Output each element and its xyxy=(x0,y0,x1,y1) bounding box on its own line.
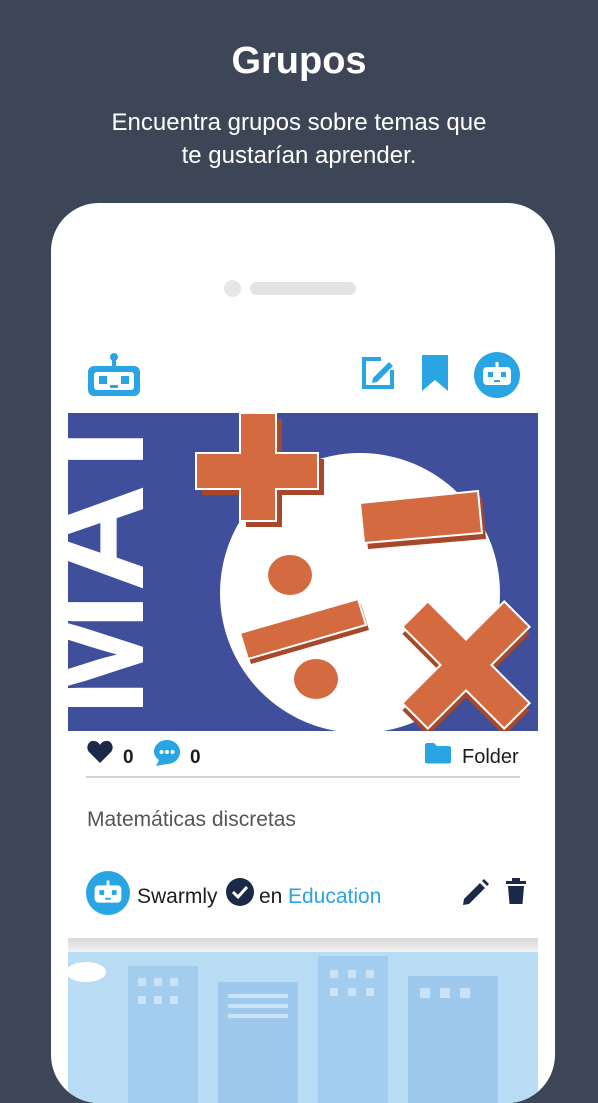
author-avatar[interactable] xyxy=(86,871,130,915)
next-group-cover-image[interactable] xyxy=(68,952,538,1103)
page-subtitle: Encuentra grupos sobre temas que te gust… xyxy=(111,109,487,169)
comments-count: 0 xyxy=(190,747,201,768)
bookmark-icon[interactable] xyxy=(420,353,450,393)
author-name[interactable]: Swarmly xyxy=(137,885,218,909)
phone-frame: MATH xyxy=(51,203,555,1103)
folder-icon[interactable] xyxy=(424,742,452,764)
likes-count: 0 xyxy=(123,747,134,768)
heart-icon[interactable] xyxy=(87,740,113,764)
phone-camera xyxy=(224,280,241,297)
verified-icon xyxy=(226,878,254,906)
page-title: Grupos xyxy=(231,40,367,82)
category-preposition: en xyxy=(259,885,283,908)
folder-label[interactable]: Folder xyxy=(462,746,519,769)
edit-icon[interactable] xyxy=(359,354,397,392)
edit-pencil-icon[interactable] xyxy=(462,879,489,906)
robot-icon[interactable] xyxy=(85,352,143,398)
comment-icon[interactable] xyxy=(153,739,181,767)
cover-math-text: MATH xyxy=(68,413,175,717)
delete-icon[interactable] xyxy=(506,878,526,905)
divider xyxy=(86,776,520,778)
category-link[interactable]: Education xyxy=(288,885,381,909)
group-cover-image[interactable]: MATH xyxy=(68,413,538,731)
profile-robot-icon[interactable] xyxy=(474,352,520,398)
phone-speaker xyxy=(250,282,356,295)
group-name[interactable]: Matemáticas discretas xyxy=(87,808,296,832)
card-separator xyxy=(68,938,538,952)
